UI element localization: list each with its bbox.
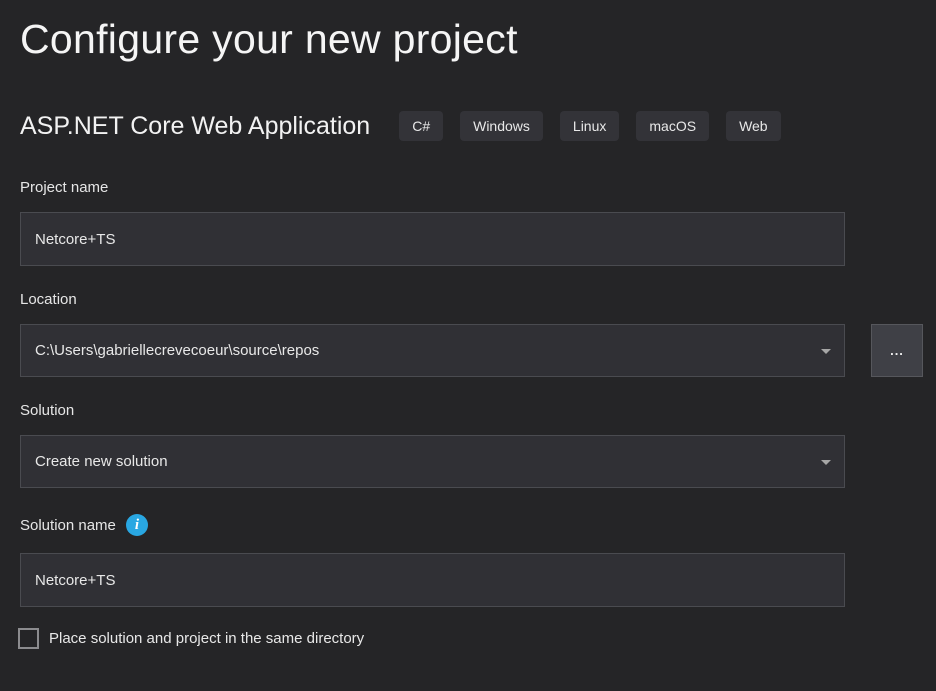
tag-web: Web <box>726 111 781 141</box>
info-icon[interactable]: i <box>126 514 148 536</box>
solution-label: Solution <box>20 401 936 419</box>
template-name: ASP.NET Core Web Application <box>20 112 370 141</box>
same-directory-row: Place solution and project in the same d… <box>20 627 936 649</box>
chevron-down-icon <box>821 349 831 354</box>
location-combobox[interactable]: C:\Users\gabriellecrevecoeur\source\repo… <box>20 324 845 377</box>
solution-name-label: Solution name <box>20 516 116 534</box>
location-row: C:\Users\gabriellecrevecoeur\source\repo… <box>20 324 936 377</box>
solution-row: Create new solution <box>20 435 936 488</box>
same-directory-label[interactable]: Place solution and project in the same d… <box>49 630 364 647</box>
tag-macos: macOS <box>636 111 709 141</box>
solution-combobox[interactable]: Create new solution <box>20 435 845 488</box>
page-title: Configure your new project <box>20 0 936 68</box>
tag-windows: Windows <box>460 111 543 141</box>
tag-csharp: C# <box>399 111 443 141</box>
configure-project-page: Configure your new project ASP.NET Core … <box>0 0 936 691</box>
browse-button[interactable]: ... <box>871 324 923 377</box>
tag-linux: Linux <box>560 111 619 141</box>
project-name-input[interactable] <box>20 212 845 266</box>
location-label: Location <box>20 290 936 308</box>
location-value: C:\Users\gabriellecrevecoeur\source\repo… <box>35 342 319 359</box>
project-name-label: Project name <box>20 178 936 196</box>
same-directory-checkbox[interactable] <box>18 628 39 649</box>
solution-name-row: Solution name i <box>20 514 936 536</box>
chevron-down-icon <box>821 460 831 465</box>
solution-name-input[interactable] <box>20 553 845 607</box>
template-info-row: ASP.NET Core Web Application C# Windows … <box>20 111 936 141</box>
solution-value: Create new solution <box>35 453 168 470</box>
